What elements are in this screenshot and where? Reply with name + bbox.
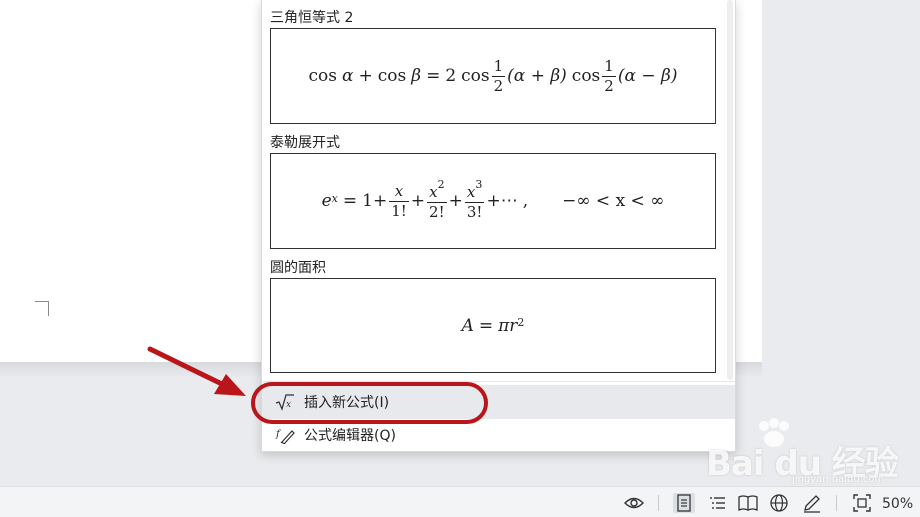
zoom-level[interactable]: 50%: [882, 496, 913, 512]
preset-trig-identity[interactable]: cos α + cos β = 2 cos 12 (α + β) cos 12 …: [270, 28, 716, 124]
watermark-url: jingyan.baidu.com: [792, 474, 885, 485]
preset-circle-area[interactable]: A = π r2: [270, 278, 716, 373]
insert-new-equation-item[interactable]: x 插入新公式(I): [262, 385, 735, 419]
preset-title-trig-identity: 三角恒等式 2: [270, 10, 354, 26]
equation-editor-label: 公式编辑器(Q): [304, 428, 396, 444]
paw-logo-icon: [759, 418, 789, 447]
statusbar-divider: [658, 495, 659, 511]
outline-icon[interactable]: [706, 493, 728, 513]
equation-dropdown: 三角恒等式 2 cos α + cos β = 2 cos 12 (α + β)…: [261, 0, 736, 452]
sqrt-x-icon: x: [274, 392, 296, 412]
page-corner-mark: [35, 301, 49, 316]
formula-taylor: ex = 1 + x 1! + x2 2! + x3 3! + ⋯ , −∞ < x …: [321, 178, 665, 221]
preset-title-circle-area: 圆的面积: [270, 260, 326, 276]
eye-icon[interactable]: [623, 493, 645, 513]
pen-icon[interactable]: [801, 493, 823, 513]
statusbar-divider: [836, 495, 837, 511]
web-icon[interactable]: [768, 493, 790, 513]
insert-new-equation-label: 插入新公式(I): [304, 395, 390, 411]
menu-separator: [262, 381, 735, 382]
equation-editor-item[interactable]: f 公式编辑器(Q): [262, 418, 735, 452]
formula-trig-identity: cos α + cos β = 2 cos 12 (α + β) cos 12 …: [308, 57, 678, 95]
baidu-watermark: Bai du 经验 jingyan.baidu.com: [706, 418, 920, 485]
svg-text:f: f: [275, 429, 282, 440]
preset-taylor-expansion[interactable]: ex = 1 + x 1! + x2 2! + x3 3! + ⋯ , −∞ < x …: [270, 153, 716, 249]
formula-circle-area: A = π r2: [461, 315, 525, 336]
status-bar: 50%: [0, 486, 920, 517]
reading-mode-icon[interactable]: [737, 493, 759, 513]
fit-screen-icon[interactable]: [851, 493, 873, 513]
scrollbar-thumb[interactable]: [727, 0, 733, 380]
svg-text:x: x: [286, 400, 291, 410]
preset-title-taylor: 泰勒展开式: [270, 135, 340, 151]
dropdown-scrollbar[interactable]: [727, 0, 733, 380]
page-view-icon[interactable]: [673, 493, 695, 513]
formula-pen-icon: f: [274, 425, 296, 445]
